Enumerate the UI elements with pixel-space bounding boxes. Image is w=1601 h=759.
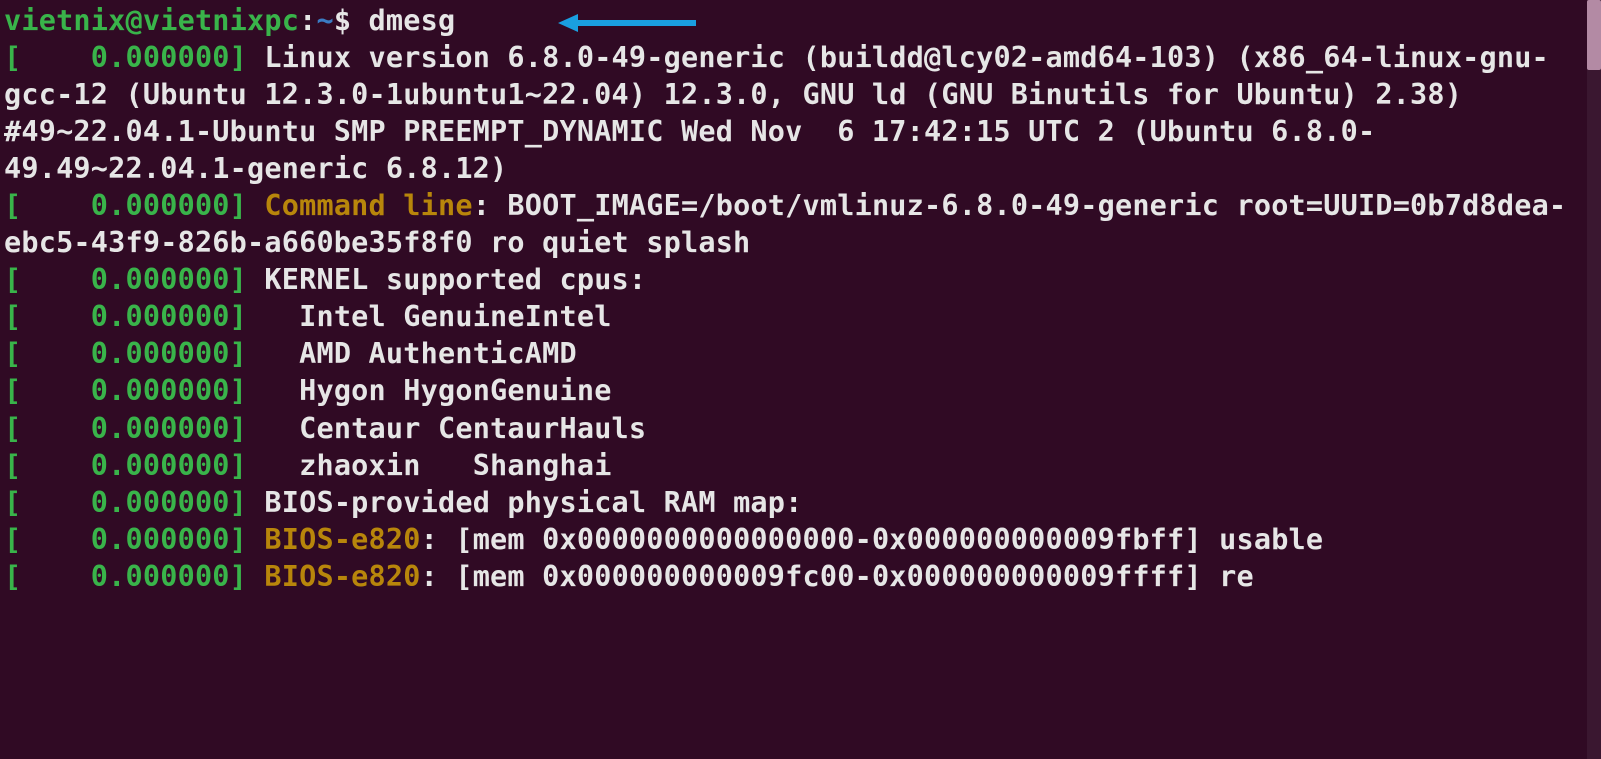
dmesg-line: [ 0.000000] Hygon HygonGenuine — [4, 374, 612, 407]
dmesg-line: [ 0.000000] BIOS-e820: [mem 0x0000000000… — [4, 523, 1323, 556]
timestamp-value: 0.000000 — [21, 41, 229, 74]
timestamp-open: [ — [4, 374, 21, 407]
dmesg-line: [ 0.000000] BIOS-provided physical RAM m… — [4, 486, 803, 519]
dmesg-line: [ 0.000000] Centaur CentaurHauls — [4, 412, 646, 445]
timestamp-value: 0.000000 — [21, 189, 229, 222]
timestamp-close: ] — [230, 263, 247, 296]
dmesg-line: [ 0.000000] zhaoxin Shanghai — [4, 449, 612, 482]
timestamp-open: [ — [4, 41, 21, 74]
timestamp-open: [ — [4, 523, 21, 556]
timestamp-open: [ — [4, 263, 21, 296]
log-label: BIOS-e820 — [247, 560, 421, 593]
dmesg-line: [ 0.000000] KERNEL supported cpus: — [4, 263, 646, 296]
dmesg-line: [ 0.000000] AMD AuthenticAMD — [4, 337, 577, 370]
timestamp-close: ] — [230, 337, 247, 370]
timestamp-value: 0.000000 — [21, 374, 229, 407]
log-text: Intel GenuineIntel — [247, 300, 612, 333]
timestamp-close: ] — [230, 300, 247, 333]
timestamp-close: ] — [230, 41, 247, 74]
timestamp-open: [ — [4, 560, 21, 593]
log-label: Command line — [247, 189, 473, 222]
dmesg-line: [ 0.000000] BIOS-e820: [mem 0x0000000000… — [4, 560, 1254, 593]
scrollbar-track[interactable] — [1587, 0, 1601, 759]
timestamp-close: ] — [230, 374, 247, 407]
timestamp-close: ] — [230, 412, 247, 445]
timestamp-value: 0.000000 — [21, 263, 229, 296]
scrollbar-thumb[interactable] — [1587, 0, 1601, 70]
log-text: AMD AuthenticAMD — [247, 337, 577, 370]
log-text: Centaur CentaurHauls — [247, 412, 646, 445]
log-text: : [mem 0x0000000000000000-0x000000000009… — [421, 523, 1324, 556]
timestamp-close: ] — [230, 560, 247, 593]
timestamp-value: 0.000000 — [21, 523, 229, 556]
timestamp-open: [ — [4, 337, 21, 370]
command-text: dmesg — [369, 4, 456, 37]
timestamp-open: [ — [4, 300, 21, 333]
dmesg-line: [ 0.000000] Linux version 6.8.0-49-gener… — [4, 41, 1549, 185]
log-label: BIOS-e820 — [247, 523, 421, 556]
log-text: zhaoxin Shanghai — [247, 449, 612, 482]
prompt-path: ~ — [316, 4, 333, 37]
timestamp-value: 0.000000 — [21, 449, 229, 482]
timestamp-close: ] — [230, 523, 247, 556]
shell-prompt: vietnix@vietnixpc:~$ — [4, 4, 369, 37]
prompt-colon: : — [299, 4, 316, 37]
timestamp-open: [ — [4, 412, 21, 445]
dmesg-line: [ 0.000000] Intel GenuineIntel — [4, 300, 612, 333]
timestamp-close: ] — [230, 449, 247, 482]
timestamp-close: ] — [230, 189, 247, 222]
timestamp-value: 0.000000 — [21, 412, 229, 445]
timestamp-value: 0.000000 — [21, 486, 229, 519]
log-text: KERNEL supported cpus: — [247, 263, 646, 296]
prompt-user: vietnix — [4, 4, 126, 37]
timestamp-open: [ — [4, 486, 21, 519]
timestamp-close: ] — [230, 486, 247, 519]
timestamp-open: [ — [4, 449, 21, 482]
prompt-at: @ — [126, 4, 143, 37]
prompt-host: vietnixpc — [143, 4, 299, 37]
log-text: Hygon HygonGenuine — [247, 374, 612, 407]
log-text: BIOS-provided physical RAM map: — [247, 486, 802, 519]
prompt-dollar: $ — [334, 4, 369, 37]
timestamp-open: [ — [4, 189, 21, 222]
terminal-output[interactable]: vietnix@vietnixpc:~$ dmesg [ 0.000000] L… — [4, 2, 1574, 595]
timestamp-value: 0.000000 — [21, 300, 229, 333]
timestamp-value: 0.000000 — [21, 560, 229, 593]
dmesg-line: [ 0.000000] Command line: BOOT_IMAGE=/bo… — [4, 189, 1566, 259]
timestamp-value: 0.000000 — [21, 337, 229, 370]
log-text: : [mem 0x000000000009fc00-0x000000000009… — [421, 560, 1254, 593]
